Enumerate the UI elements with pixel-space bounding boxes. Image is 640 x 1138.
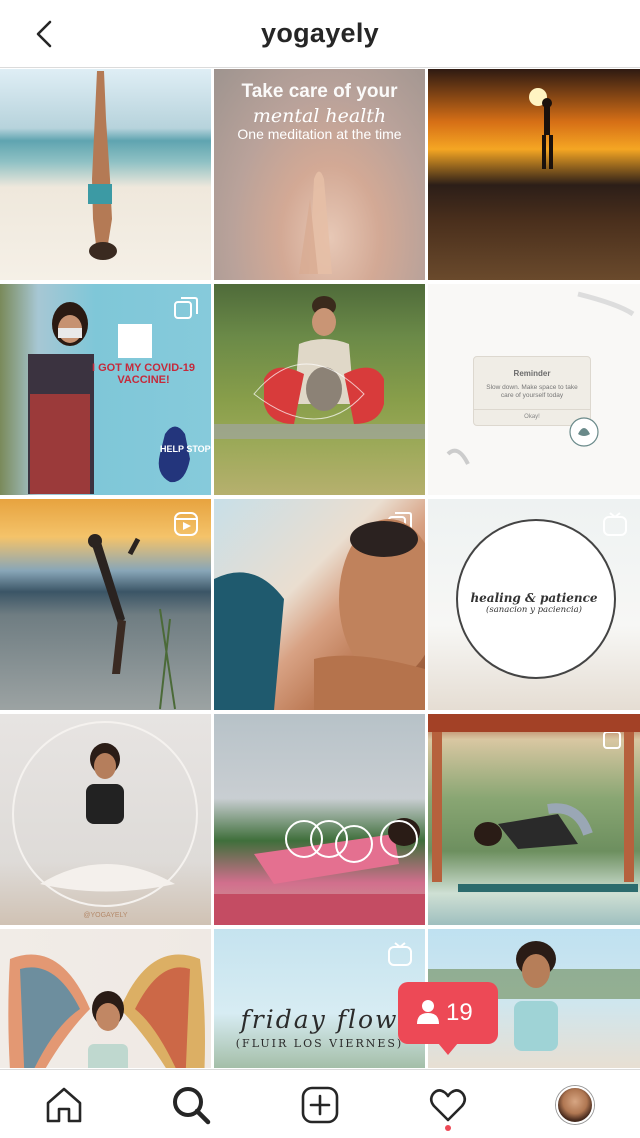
post-tile[interactable] xyxy=(0,499,211,710)
beach-yoga-pose-photo xyxy=(88,534,176,710)
post-tile[interactable] xyxy=(428,714,640,925)
post-tile[interactable]: friday flow (FLUIR LOS VIERNES) xyxy=(214,929,425,1068)
lotus-logo-icon xyxy=(446,291,635,465)
nav-home-button[interactable] xyxy=(43,1084,85,1126)
yoga-headstand-photo xyxy=(88,71,117,260)
new-post-icon xyxy=(301,1086,339,1124)
post-tile[interactable]: @YOGAYELY xyxy=(0,714,211,925)
post-tile[interactable] xyxy=(428,69,640,280)
explore-post-grid: Take care of your mental health One medi… xyxy=(0,69,640,1068)
header: yogayely xyxy=(0,0,640,68)
igtv-icon xyxy=(603,512,627,536)
crow-pose-photo xyxy=(428,714,640,892)
profile-username-title: yogayely xyxy=(261,18,379,48)
person-icon xyxy=(417,1000,439,1024)
post-tile[interactable]: healing & patience (sanacion y paciencia… xyxy=(428,499,640,710)
new-followers-bubble[interactable]: 19 xyxy=(398,982,498,1055)
nav-search-button[interactable] xyxy=(170,1084,212,1126)
bottom-nav-bar xyxy=(0,1069,640,1138)
wings-mural-photo xyxy=(8,954,205,1068)
post-caption-line: healing & patience xyxy=(470,591,598,605)
activity-dot xyxy=(445,1125,451,1131)
post-tile[interactable] xyxy=(0,69,211,280)
seated-meditation-photo xyxy=(12,721,198,907)
new-followers-count: 19 xyxy=(446,999,473,1026)
post-caption-line: (FLUIR LOS VIERNES) xyxy=(235,1037,404,1050)
nav-profile-avatar[interactable] xyxy=(556,1086,594,1124)
nav-activity-button[interactable] xyxy=(427,1084,469,1126)
activity-heart-icon xyxy=(429,1089,467,1122)
post-caption-line: (sanacion y paciencia) xyxy=(486,605,582,615)
post-tile[interactable] xyxy=(214,714,425,925)
tabletop-pose-photo xyxy=(214,818,425,925)
nav-new-post-button[interactable] xyxy=(299,1084,341,1126)
selfie-sunglasses-photo xyxy=(214,519,425,710)
post-tile[interactable]: Take care of your mental health One medi… xyxy=(214,69,425,280)
post-watermark: @YOGAYELY xyxy=(83,912,128,919)
post-tile[interactable] xyxy=(214,284,425,495)
search-icon xyxy=(173,1087,211,1125)
yoga-with-dog-photo xyxy=(214,296,425,439)
praying-hands-photo xyxy=(299,171,332,274)
post-tile[interactable] xyxy=(0,929,211,1068)
post-tile[interactable] xyxy=(214,499,425,710)
igtv-icon xyxy=(388,942,412,966)
post-caption-line: HELP STOP xyxy=(160,444,211,454)
home-icon xyxy=(46,1087,82,1123)
post-caption-line: friday flow xyxy=(240,1005,399,1034)
post-tile[interactable]: I GOT MY COVID-19 VACCINE! HELP STOP xyxy=(0,284,211,495)
post-caption-line: I GOT MY COVID-19 VACCINE! xyxy=(91,362,196,386)
post-tile[interactable]: Reminder Slow down. Make space to take c… xyxy=(428,284,640,495)
sunset-beach-photo xyxy=(529,88,553,169)
vaccine-sign-photo xyxy=(28,302,190,494)
